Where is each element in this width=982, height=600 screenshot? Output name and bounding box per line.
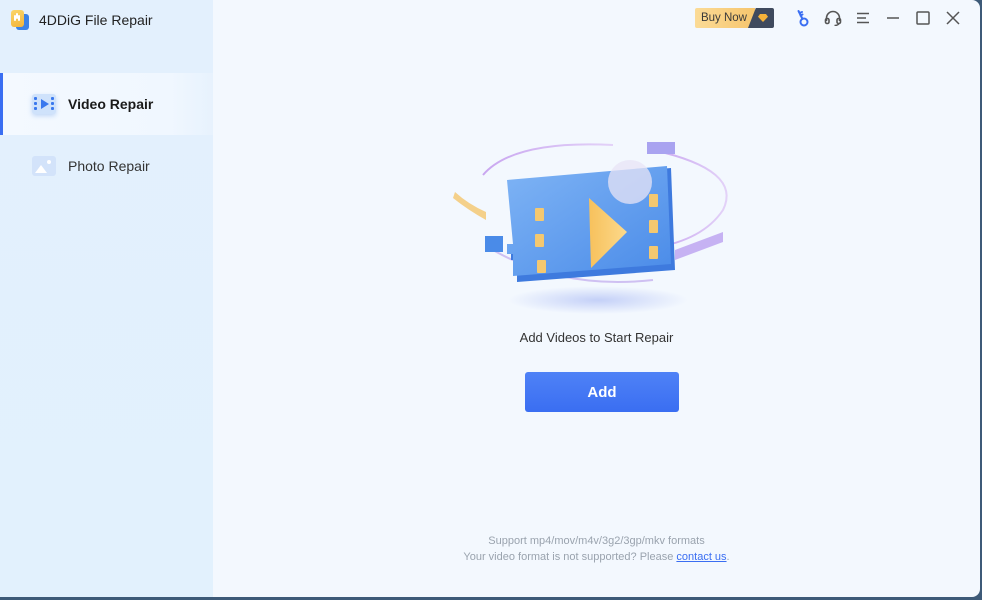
app-title-bar: 4DDiG File Repair [10,8,153,32]
contact-us-link[interactable]: contact us [676,551,726,563]
video-file-illustration [453,142,728,314]
main-content: Add Videos to Start Repair Add Support m… [213,0,980,597]
video-icon [32,94,56,114]
unsupported-format-text: Your video format is not supported? Plea… [213,550,980,566]
sidebar-item-label: Video Repair [68,96,154,112]
add-button[interactable]: Add [525,372,679,412]
app-logo-icon [10,9,30,31]
unsupported-prefix: Your video format is not supported? Plea… [463,550,677,563]
unsupported-suffix: . [726,550,730,563]
sidebar: 4DDiG File Repair Video Repair Photo Rep… [0,0,213,597]
support-info: Support mp4/mov/m4v/3g2/3gp/mkv formats … [213,534,980,565]
supported-formats-text: Support mp4/mov/m4v/3g2/3gp/mkv formats [488,535,705,547]
sidebar-item-video-repair[interactable]: Video Repair [0,73,213,135]
sidebar-item-photo-repair[interactable]: Photo Repair [0,135,213,197]
sidebar-item-label: Photo Repair [68,158,150,174]
photo-icon [32,156,56,176]
app-name: 4DDiG File Repair [39,12,153,28]
app-window: 4DDiG File Repair Video Repair Photo Rep… [0,0,980,597]
add-videos-prompt: Add Videos to Start Repair [519,330,674,345]
